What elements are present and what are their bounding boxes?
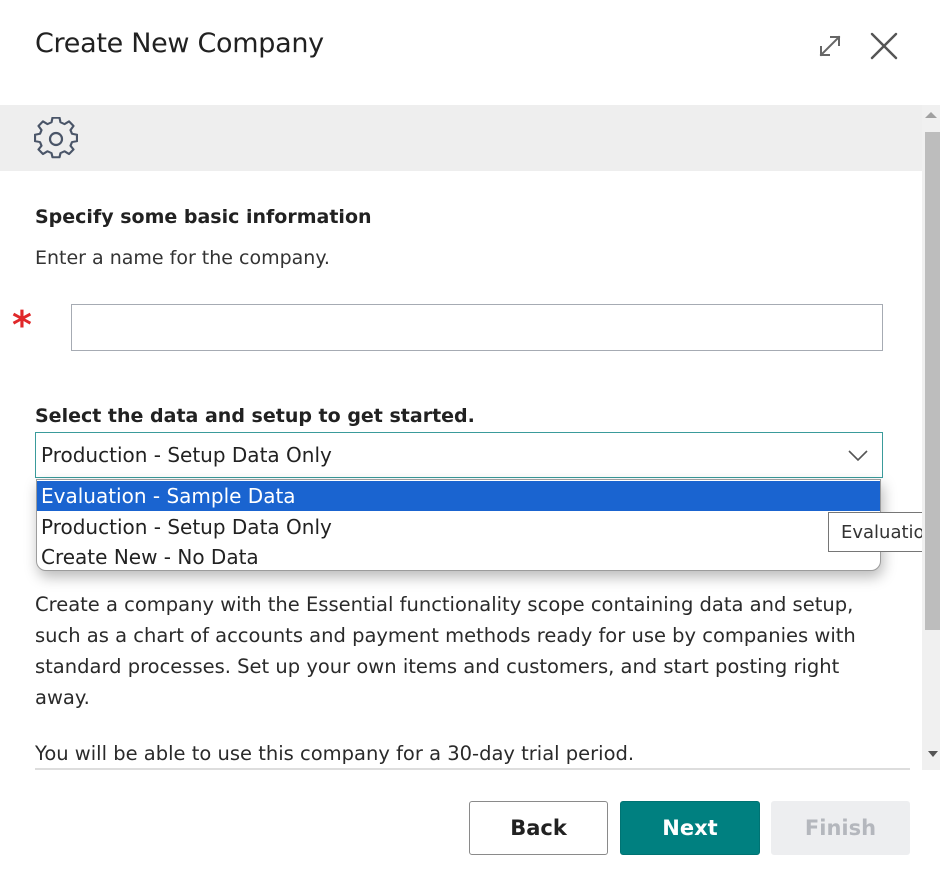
basic-info-heading: Specify some basic information — [35, 206, 372, 228]
gear-icon — [34, 117, 78, 159]
option-description: Create a company with the Essential func… — [35, 593, 856, 709]
company-name-instruction: Enter a name for the company. — [35, 247, 330, 269]
data-setup-label: Select the data and setup to get started… — [35, 405, 475, 427]
expand-icon — [819, 35, 841, 57]
scroll-down-arrow-icon[interactable] — [928, 751, 938, 757]
dropdown-option-create-new[interactable]: Create New - No Data — [37, 542, 880, 570]
scrollbar-thumb[interactable] — [925, 132, 940, 630]
footer-divider — [35, 768, 910, 770]
dropdown-option-production[interactable]: Production - Setup Data Only — [37, 512, 880, 542]
chevron-down-icon — [848, 450, 868, 462]
scroll-up-arrow-icon[interactable] — [925, 112, 937, 118]
company-name-input[interactable] — [71, 304, 883, 351]
data-setup-select[interactable]: Production - Setup Data Only — [35, 432, 883, 478]
required-asterisk-icon: * — [12, 303, 32, 347]
next-button[interactable]: Next — [620, 801, 760, 855]
close-button[interactable] — [866, 28, 902, 64]
finish-button[interactable]: Finish — [771, 801, 910, 855]
trial-note: You will be able to use this company for… — [35, 742, 635, 765]
data-setup-dropdown-list: Evaluation - Sample Data Production - Se… — [36, 479, 881, 571]
expand-button[interactable] — [814, 30, 846, 62]
dropdown-option-evaluation[interactable]: Evaluation - Sample Data — [37, 481, 880, 511]
close-icon — [870, 32, 898, 60]
back-button[interactable]: Back — [469, 801, 608, 855]
wizard-banner — [0, 105, 922, 171]
dialog-title: Create New Company — [35, 28, 324, 59]
data-setup-selected-value: Production - Setup Data Only — [41, 443, 332, 467]
